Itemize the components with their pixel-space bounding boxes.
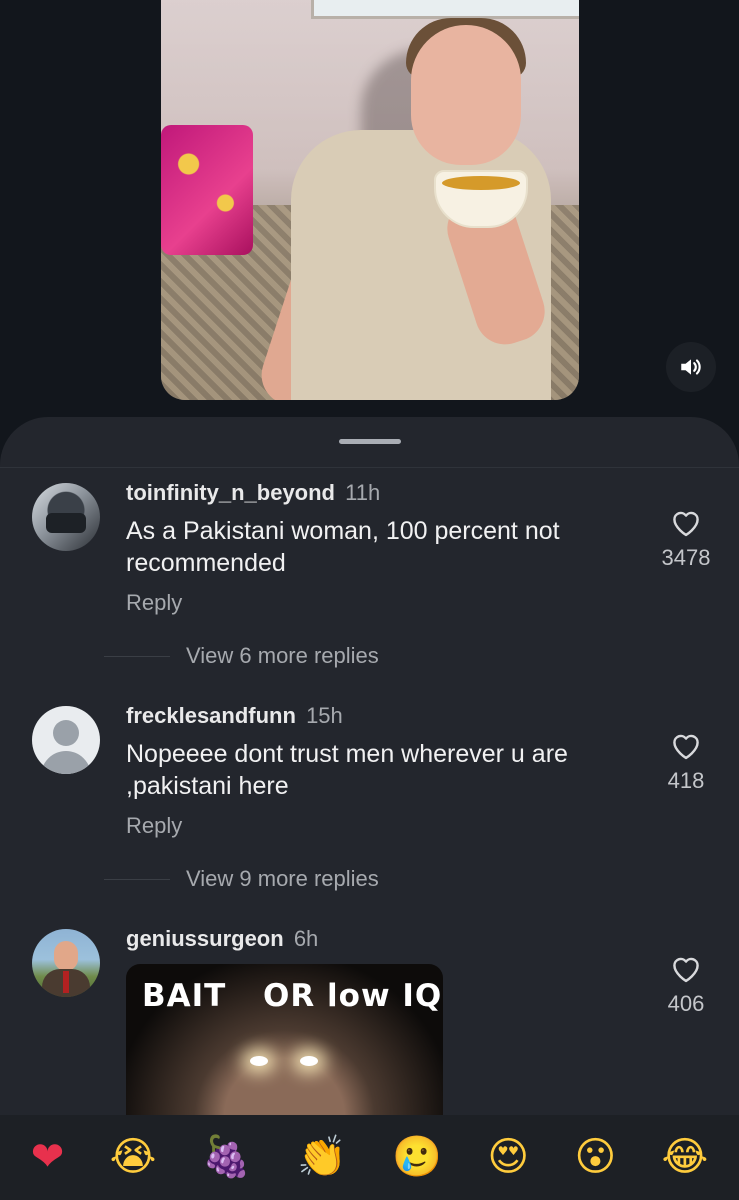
video-preview[interactable] <box>161 0 579 400</box>
view-more-replies-button[interactable]: View 6 more replies <box>104 643 379 669</box>
window <box>311 0 579 19</box>
comment-username[interactable]: geniussurgeon 6h <box>126 926 318 952</box>
heart-eyes-emoji-icon[interactable]: 😍 <box>487 1115 529 1200</box>
surprised-emoji-icon[interactable]: 😮 <box>574 1115 616 1200</box>
grapes-emoji-icon[interactable]: 🍇 <box>202 1115 252 1200</box>
avatar[interactable] <box>32 706 100 774</box>
emoji-reaction-bar: ❤ 😭 🍇 👏 🥲 😍 😮 😂 <box>0 1115 739 1200</box>
sheet-drag-handle[interactable] <box>339 439 401 444</box>
avatar[interactable] <box>32 929 100 997</box>
comment-text: Nopeeee dont trust men wherever u are ,p… <box>126 740 568 800</box>
avatar[interactable] <box>32 483 100 551</box>
comment-text: As a Pakistani woman, 100 percent not re… <box>126 517 560 577</box>
like-count: 3478 <box>661 545 711 570</box>
like-button[interactable]: 406 <box>640 953 732 1017</box>
clapping-emoji-icon[interactable]: 👏 <box>297 1115 347 1200</box>
view-more-replies-button[interactable]: View 9 more replies <box>104 866 379 892</box>
comment-time: 6h <box>293 926 319 951</box>
reply-button[interactable]: Reply <box>126 813 182 839</box>
reply-button[interactable]: Reply <box>126 590 182 616</box>
comment-username[interactable]: toinfinity_n_beyond 11h <box>126 480 380 506</box>
heart-icon <box>673 511 699 537</box>
comment-username[interactable]: frecklesandfunn 15h <box>126 703 343 729</box>
bag <box>161 125 253 255</box>
laughing-emoji-icon[interactable]: 😂 <box>662 1115 709 1200</box>
crying-emoji-icon[interactable]: 😭 <box>110 1115 157 1200</box>
smiling-tear-emoji-icon[interactable]: 🥲 <box>392 1115 442 1200</box>
comment-time: 11h <box>345 480 381 505</box>
like-button[interactable]: 3478 <box>640 507 732 571</box>
image-caption: OR low IQ <box>263 978 443 1014</box>
image-caption: BAIT <box>142 978 227 1014</box>
comment-time: 15h <box>306 703 343 728</box>
heart-icon <box>673 734 699 760</box>
heart-emoji-icon[interactable]: ❤ <box>31 1115 65 1200</box>
heart-icon <box>673 957 699 983</box>
speaker-icon <box>681 359 701 375</box>
sound-toggle-button[interactable] <box>666 342 716 392</box>
like-count: 406 <box>667 991 705 1016</box>
like-count: 418 <box>667 768 705 793</box>
comment-image[interactable]: BAIT OR low IQ <box>126 964 443 1124</box>
like-button[interactable]: 418 <box>640 730 732 794</box>
glowing-eyes <box>246 1056 322 1070</box>
comments-sheet: toinfinity_n_beyond 11h As a Pakistani w… <box>0 417 739 1200</box>
